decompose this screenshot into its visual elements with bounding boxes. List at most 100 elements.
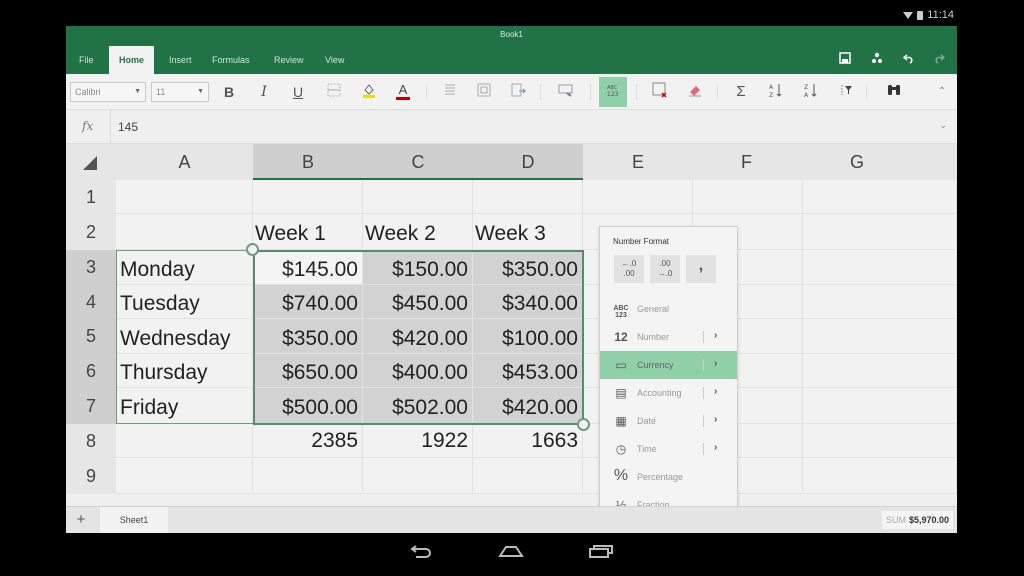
- sort-descending-button[interactable]: ZA: [801, 82, 821, 102]
- italic-button[interactable]: I: [254, 82, 274, 102]
- save-icon[interactable]: [837, 52, 853, 68]
- grid-cell[interactable]: [803, 354, 957, 388]
- row-header-3[interactable]: 3: [66, 250, 116, 285]
- collapse-ribbon-icon[interactable]: ⌃: [932, 82, 952, 102]
- cell-b5[interactable]: $350.00: [253, 319, 363, 354]
- format-item-currency[interactable]: ▭ Currency ›: [600, 351, 737, 379]
- chevron-right-icon[interactable]: ›: [714, 414, 717, 425]
- format-item-general[interactable]: ABC 123 General: [600, 295, 737, 323]
- format-item-date[interactable]: ▦ Date ›: [600, 407, 737, 435]
- row-header-4[interactable]: 4: [66, 285, 116, 319]
- grid-cell[interactable]: [803, 424, 957, 458]
- underline-button[interactable]: U: [288, 82, 308, 102]
- chevron-right-icon[interactable]: ›: [714, 442, 717, 453]
- filter-button[interactable]: [836, 82, 856, 102]
- chevron-right-icon[interactable]: ›: [714, 386, 717, 397]
- cell-a5[interactable]: Wednesday: [116, 319, 253, 354]
- increase-decimal-button[interactable]: ←.0 .00: [614, 255, 644, 283]
- borders-button[interactable]: [324, 82, 344, 102]
- grid-cell[interactable]: [253, 458, 363, 494]
- cell-c6[interactable]: $400.00: [363, 354, 473, 388]
- tab-review[interactable]: Review: [264, 46, 314, 74]
- font-size-dropdown[interactable]: 11 ▼: [151, 82, 209, 102]
- tab-view[interactable]: View: [315, 46, 354, 74]
- cell-c7[interactable]: $502.00: [363, 388, 473, 424]
- cell-c4[interactable]: $450.00: [363, 285, 473, 319]
- chevron-right-icon[interactable]: ›: [714, 330, 717, 341]
- row-header-6[interactable]: 6: [66, 354, 116, 388]
- column-header-b[interactable]: B: [253, 144, 363, 180]
- share-icon[interactable]: [869, 52, 885, 68]
- tab-formulas[interactable]: Formulas: [202, 46, 260, 74]
- column-header-g[interactable]: G: [803, 144, 957, 180]
- row-header-1[interactable]: 1: [66, 180, 116, 214]
- grid-cell[interactable]: [693, 180, 803, 214]
- clear-button[interactable]: [685, 82, 705, 102]
- grid-cell[interactable]: [363, 180, 473, 214]
- cell-b4[interactable]: $740.00: [253, 285, 363, 319]
- cell-c3[interactable]: $150.00: [363, 250, 473, 285]
- column-header-e[interactable]: E: [583, 144, 693, 180]
- cell-b6[interactable]: $650.00: [253, 354, 363, 388]
- cell-d4[interactable]: $340.00: [473, 285, 583, 319]
- tab-home[interactable]: Home: [109, 46, 155, 74]
- row-header-2[interactable]: 2: [66, 214, 116, 250]
- cell-b7[interactable]: $500.00: [253, 388, 363, 424]
- font-name-dropdown[interactable]: Calibri ▼: [70, 82, 146, 102]
- redo-icon[interactable]: [931, 52, 947, 68]
- formula-input[interactable]: 145: [118, 120, 138, 134]
- cell-d7[interactable]: $420.00: [473, 388, 583, 424]
- cell-a6[interactable]: Thursday: [116, 354, 253, 388]
- format-item-percentage[interactable]: % Percentage: [600, 463, 737, 491]
- merge-button[interactable]: [474, 82, 494, 102]
- grid-cell[interactable]: [363, 458, 473, 494]
- column-header-a[interactable]: A: [116, 144, 253, 180]
- grid-cell[interactable]: [803, 458, 957, 494]
- grid-cell[interactable]: [803, 319, 957, 354]
- status-sum[interactable]: SUM $5,970.00: [881, 511, 953, 529]
- recents-icon[interactable]: [588, 543, 614, 563]
- tab-file[interactable]: File: [69, 46, 104, 74]
- cell-a7[interactable]: Friday: [116, 388, 253, 424]
- cell-c8[interactable]: 1922: [363, 424, 473, 458]
- decrease-decimal-button[interactable]: .00 →.0: [650, 255, 680, 283]
- row-header-7[interactable]: 7: [66, 388, 116, 424]
- column-header-d[interactable]: D: [473, 144, 583, 180]
- grid-cell[interactable]: [473, 458, 583, 494]
- cell-a4[interactable]: Tuesday: [116, 285, 253, 319]
- format-item-accounting[interactable]: ▤ Accounting ›: [600, 379, 737, 407]
- sort-ascending-button[interactable]: AZ: [766, 82, 786, 102]
- font-color-button[interactable]: A: [393, 82, 413, 102]
- add-sheet-button[interactable]: +: [66, 507, 96, 533]
- cell-b8[interactable]: 2385: [253, 424, 363, 458]
- grid-cell[interactable]: [583, 180, 693, 214]
- select-all-corner[interactable]: [66, 144, 116, 180]
- insert-delete-cells-button[interactable]: [650, 82, 670, 102]
- grid-cell[interactable]: [803, 180, 957, 214]
- cell-c5[interactable]: $420.00: [363, 319, 473, 354]
- chevron-right-icon[interactable]: ›: [714, 358, 717, 369]
- cell-b2[interactable]: Week 1: [253, 214, 363, 250]
- grid-cell[interactable]: [116, 424, 253, 458]
- tab-insert[interactable]: Insert: [159, 46, 202, 74]
- grid-cell[interactable]: [116, 214, 253, 250]
- expand-formula-icon[interactable]: ⌄: [939, 120, 947, 131]
- wrap-text-button[interactable]: [509, 82, 529, 102]
- cell-d5[interactable]: $100.00: [473, 319, 583, 354]
- back-icon[interactable]: [409, 543, 435, 563]
- grid-cell[interactable]: [803, 285, 957, 319]
- align-button[interactable]: [440, 82, 460, 102]
- grid-cell[interactable]: [803, 388, 957, 424]
- cell-styles-button[interactable]: [556, 82, 576, 102]
- find-binoculars-icon[interactable]: [884, 82, 904, 102]
- cell-b3[interactable]: $145.00: [253, 250, 363, 285]
- grid-cell[interactable]: [116, 458, 253, 494]
- cell-d8[interactable]: 1663: [473, 424, 583, 458]
- home-icon[interactable]: [498, 543, 524, 563]
- cell-d3[interactable]: $350.00: [473, 250, 583, 285]
- comma-style-button[interactable]: ,: [686, 255, 716, 283]
- grid-cell[interactable]: [253, 180, 363, 214]
- cell-d6[interactable]: $453.00: [473, 354, 583, 388]
- cell-d2[interactable]: Week 3: [473, 214, 583, 250]
- row-header-9[interactable]: 9: [66, 458, 116, 494]
